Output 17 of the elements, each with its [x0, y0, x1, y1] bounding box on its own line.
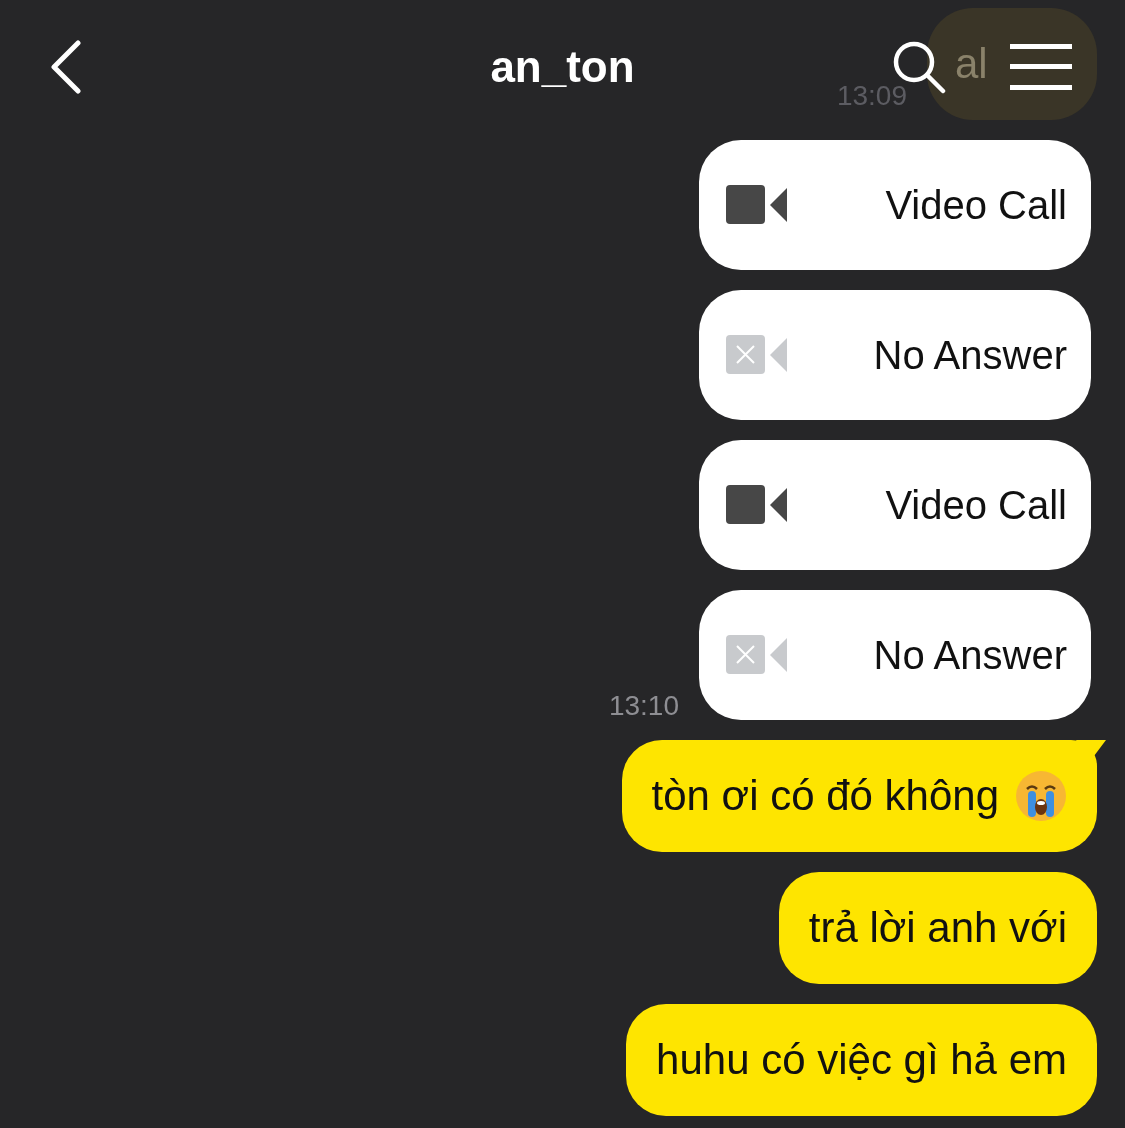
call-card[interactable]: Video Call	[699, 140, 1091, 270]
message-time: 13:09	[836, 80, 907, 112]
chat-title: an_ton	[490, 42, 635, 92]
message-text: al	[955, 40, 988, 88]
call-status: No Answer	[873, 632, 1067, 678]
call-card[interactable]: No Answer	[699, 290, 1091, 420]
call-status: No Answer	[873, 332, 1067, 378]
call-card[interactable]: No Answer	[699, 590, 1091, 720]
message-text: tòn ơi có đó không	[651, 772, 999, 820]
menu-icon[interactable]	[1010, 44, 1072, 90]
call-card[interactable]: Video Call	[699, 440, 1091, 570]
back-icon[interactable]	[48, 40, 82, 94]
call-status: Video Call	[885, 482, 1067, 528]
message-text: huhu có việc gì hả em	[656, 1036, 1067, 1084]
message-text: trả lời anh với	[808, 904, 1067, 952]
call-status: Video Call	[885, 182, 1067, 228]
message-time: 13:10	[608, 690, 679, 722]
